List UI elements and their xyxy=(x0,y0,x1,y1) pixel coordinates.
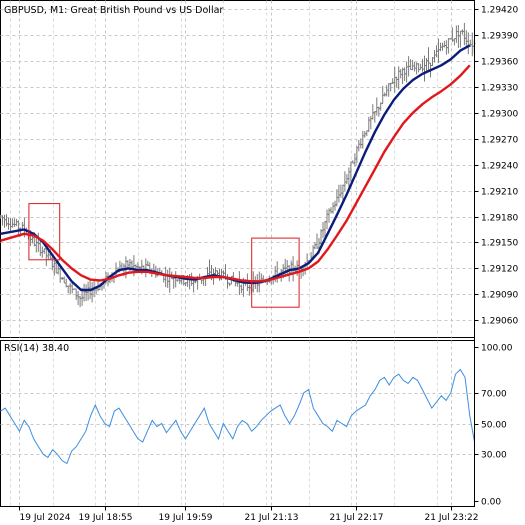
price-axis: 1.29420 1.29390 1.29360 1.29330 1.29300 1.292… xyxy=(474,6,518,327)
ma-slow-line xyxy=(0,64,471,283)
rsi-title: RSI(14) 38.40 xyxy=(4,343,69,354)
y-tick-label: 70.00 xyxy=(481,390,507,400)
y-tick-label: 1.29210 xyxy=(481,188,518,198)
y-tick-label: 1.29060 xyxy=(481,317,518,327)
y-tick-label: 1.29150 xyxy=(481,239,518,249)
rsi-panel-frame xyxy=(0,340,475,507)
x-tick-label: 19 Jul 19:59 xyxy=(159,513,213,523)
rsi-axis: 100.00 70.00 50.00 30.00 0.00 xyxy=(474,344,513,508)
y-tick-label: 1.29240 xyxy=(481,162,518,172)
y-tick-label: 1.29390 xyxy=(481,32,518,42)
x-tick-label: 19 Jul 2024 xyxy=(20,513,71,523)
y-tick-label: 0.00 xyxy=(481,498,501,508)
price-grid xyxy=(0,0,475,338)
x-tick-label: 21 Jul 22:17 xyxy=(330,513,384,523)
y-tick-label: 1.29270 xyxy=(481,136,518,146)
price-panel: 1.29420 1.29390 1.29360 1.29330 1.29300 1.292… xyxy=(0,0,518,338)
y-tick-label: 1.29180 xyxy=(481,214,518,224)
chart-title: GBPUSD, M1: Great British Pound vs US Do… xyxy=(4,5,223,16)
highlight-boxes xyxy=(28,203,300,308)
y-tick-label: 1.29090 xyxy=(481,291,518,301)
rsi-panel: 100.00 70.00 50.00 30.00 0.00 RSI(14) 38.40 xyxy=(0,340,513,508)
rsi-grid xyxy=(0,340,475,507)
y-tick-label: 100.00 xyxy=(481,344,513,354)
ma-fast-line xyxy=(0,44,471,292)
x-tick-label: 19 Jul 18:55 xyxy=(79,513,133,523)
y-tick-label: 1.29300 xyxy=(481,110,518,120)
moving-averages xyxy=(0,44,471,292)
y-tick-label: 30.00 xyxy=(481,451,507,461)
y-tick-label: 1.29360 xyxy=(481,58,518,68)
rsi-series xyxy=(0,368,475,465)
y-tick-label: 50.00 xyxy=(481,421,507,431)
chart-root: 1.29420 1.29390 1.29360 1.29330 1.29300 1.292… xyxy=(0,0,518,523)
x-tick-label: 21 Jul 21:13 xyxy=(245,513,299,523)
rsi-line xyxy=(0,368,475,465)
y-tick-label: 1.29420 xyxy=(481,6,518,16)
y-tick-label: 1.29330 xyxy=(481,84,518,94)
y-tick-label: 1.29120 xyxy=(481,265,518,275)
x-tick-label: 21 Jul 23:22 xyxy=(425,513,479,523)
price-panel-frame xyxy=(0,0,475,338)
